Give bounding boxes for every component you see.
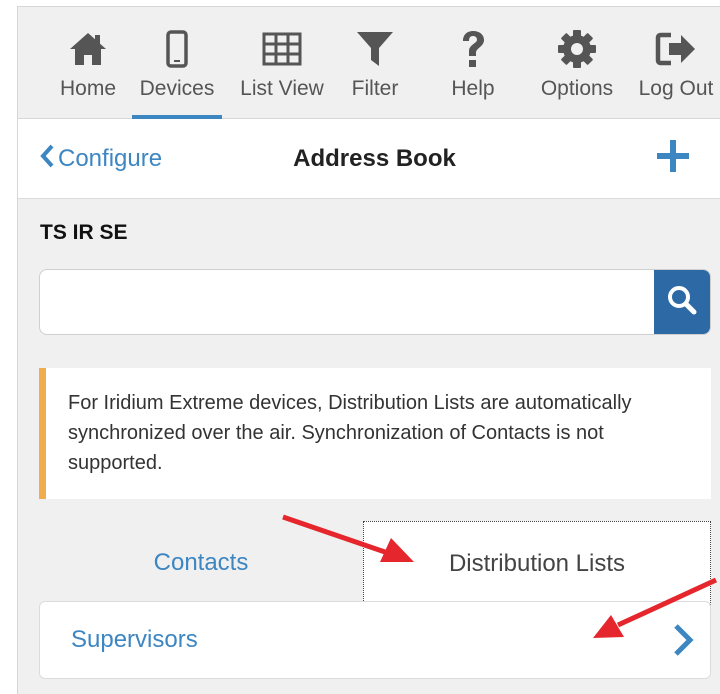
app-frame: Home Devices List View Filter Help Optio… bbox=[17, 6, 720, 694]
page-title: Address Book bbox=[293, 145, 456, 172]
address-book-tabs: Contacts Distribution Lists bbox=[39, 521, 711, 605]
toolbar-label: Devices bbox=[139, 77, 215, 100]
toolbar-logout[interactable]: Log Out bbox=[631, 21, 720, 119]
logout-icon bbox=[655, 21, 697, 77]
toolbar-list-view[interactable]: List View bbox=[232, 21, 332, 119]
search-bar bbox=[39, 269, 711, 335]
list-item[interactable]: Supervisors bbox=[39, 601, 711, 679]
toolbar-help[interactable]: Help bbox=[438, 21, 508, 119]
device-name: TS IR SE bbox=[40, 221, 128, 244]
toolbar-label: Home bbox=[59, 77, 117, 100]
plus-icon bbox=[656, 139, 690, 178]
filter-icon bbox=[355, 21, 395, 77]
page-header: Configure Address Book bbox=[18, 119, 720, 199]
add-button[interactable] bbox=[650, 135, 696, 181]
toolbar-options[interactable]: Options bbox=[527, 21, 627, 119]
list-item-label: Supervisors bbox=[71, 626, 198, 653]
grid-icon bbox=[262, 21, 302, 77]
toolbar-label: Log Out bbox=[638, 77, 714, 100]
toolbar-label: Options bbox=[540, 77, 614, 100]
help-icon bbox=[459, 21, 487, 77]
sync-notice: For Iridium Extreme devices, Distributio… bbox=[39, 368, 711, 499]
toolbar-devices[interactable]: Devices bbox=[132, 21, 222, 119]
top-toolbar: Home Devices List View Filter Help Optio… bbox=[18, 7, 720, 119]
toolbar-label: List View bbox=[240, 77, 324, 100]
home-icon bbox=[68, 21, 108, 77]
tab-distribution-lists[interactable]: Distribution Lists bbox=[363, 521, 711, 605]
toolbar-home[interactable]: Home bbox=[38, 21, 138, 119]
search-button[interactable] bbox=[654, 270, 710, 334]
toolbar-label: Filter bbox=[351, 77, 399, 100]
tab-contacts[interactable]: Contacts bbox=[39, 521, 363, 605]
search-input[interactable] bbox=[40, 270, 654, 334]
search-icon bbox=[667, 285, 697, 320]
toolbar-label: Help bbox=[451, 77, 495, 100]
chevron-right-icon bbox=[668, 622, 698, 658]
toolbar-filter[interactable]: Filter bbox=[340, 21, 410, 119]
gear-icon bbox=[557, 21, 597, 77]
device-icon bbox=[166, 21, 188, 77]
